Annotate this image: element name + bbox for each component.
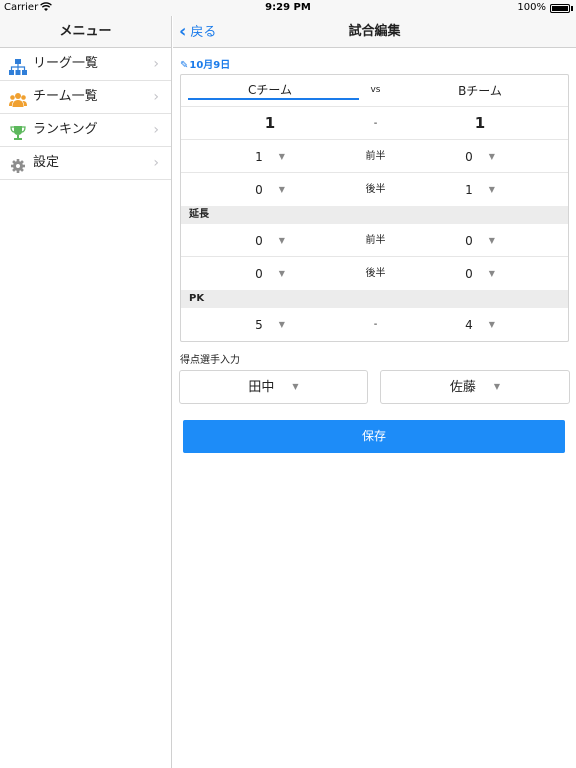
sidebar-item-leagues[interactable]: リーグ一覧 › — [0, 48, 171, 81]
sidebar-item-teams[interactable]: チーム一覧 › — [0, 81, 171, 114]
caret-down-icon: ▼ — [278, 236, 285, 245]
battery-tip — [571, 6, 573, 11]
away-total-score: 1 — [474, 114, 486, 132]
chevron-right-icon: › — [153, 56, 159, 72]
vs-label: vs — [370, 85, 381, 95]
home-scorer-value: 田中 — [248, 380, 275, 395]
pk-row: 5 ▼ - 4 ▼ — [181, 308, 568, 341]
home-scorer-select[interactable]: 田中 ▼ — [179, 370, 368, 404]
selected-tab-indicator — [188, 98, 359, 100]
tab-home-team[interactable]: Cチーム — [181, 75, 359, 105]
sidebar-item-settings[interactable]: 設定 › — [0, 147, 171, 180]
away-second-half-value: 1 — [465, 183, 473, 197]
match-date-label: 10月9日 — [189, 60, 231, 71]
team-header-row: Cチーム vs Bチーム — [181, 75, 568, 107]
score-separator: - — [373, 319, 378, 330]
away-second-half-select[interactable]: 1 ▼ — [392, 173, 568, 207]
extra-second-half-row: 0 ▼ 後半 0 ▼ — [181, 257, 568, 290]
caret-down-icon: ▼ — [488, 320, 495, 329]
battery-icon — [550, 4, 570, 13]
sidebar-item-label: チーム一覧 — [33, 89, 98, 104]
tab-away-team[interactable]: Bチーム — [392, 75, 568, 108]
period-label: 前半 — [365, 151, 386, 162]
total-score-row: 1 - 1 — [181, 107, 568, 140]
sidebar-title: メニュー — [0, 16, 171, 48]
home-extra-second-value: 0 — [255, 267, 263, 281]
battery-percent: 100% — [517, 2, 546, 13]
home-extra-second-select[interactable]: 0 ▼ — [181, 257, 359, 291]
extra-time-section: 延長 — [181, 206, 568, 224]
home-extra-first-value: 0 — [255, 234, 263, 248]
navigation-bar: ‹ 戻る 試合編集 — [173, 16, 576, 48]
sidebar: メニュー リーグ一覧 › チーム一覧 › ランキング › 設定 › — [0, 16, 172, 768]
caret-down-icon: ▼ — [488, 269, 495, 278]
caret-down-icon: ▼ — [278, 152, 285, 161]
first-half-row: 1 ▼ 前半 0 ▼ — [181, 140, 568, 173]
gear-icon — [9, 155, 27, 173]
sidebar-item-label: 設定 — [33, 155, 60, 170]
status-bar: Carrier 9:29 PM 100% — [0, 0, 576, 16]
period-label: 後半 — [365, 184, 386, 195]
home-pk-value: 5 — [255, 318, 263, 332]
period-label: 前半 — [365, 235, 386, 246]
trophy-icon — [9, 122, 27, 140]
chevron-right-icon: › — [153, 89, 159, 105]
caret-down-icon: ▼ — [488, 152, 495, 161]
home-extra-first-select[interactable]: 0 ▼ — [181, 224, 359, 258]
save-button[interactable]: 保存 — [183, 420, 565, 453]
caret-down-icon: ▼ — [488, 185, 495, 194]
caret-down-icon: ▼ — [278, 320, 285, 329]
away-first-half-select[interactable]: 0 ▼ — [392, 140, 568, 174]
period-label: 後半 — [365, 268, 386, 279]
caret-down-icon: ▼ — [292, 382, 299, 391]
home-second-half-value: 0 — [255, 183, 263, 197]
sidebar-item-label: ランキング — [33, 122, 98, 137]
extra-first-half-row: 0 ▼ 前半 0 ▼ — [181, 224, 568, 257]
caret-down-icon: ▼ — [488, 236, 495, 245]
away-extra-second-select[interactable]: 0 ▼ — [392, 257, 568, 291]
home-second-half-select[interactable]: 0 ▼ — [181, 173, 359, 207]
chevron-right-icon: › — [153, 122, 159, 138]
away-scorer-value: 佐藤 — [449, 380, 476, 395]
main-panel: ‹ 戻る 試合編集 ✎10月9日 Cチーム vs Bチーム 1 - 1 1 ▼ 前半… — [173, 16, 576, 768]
edit-icon: ✎ — [180, 60, 189, 71]
home-first-half-select[interactable]: 1 ▼ — [181, 140, 359, 174]
caret-down-icon: ▼ — [493, 382, 501, 391]
away-pk-value: 4 — [465, 318, 473, 332]
home-total-score: 1 — [264, 114, 276, 132]
away-pk-select[interactable]: 4 ▼ — [392, 308, 568, 342]
score-card: Cチーム vs Bチーム 1 - 1 1 ▼ 前半 0 ▼ 0 ▼ 後半 1 ▼ 延長 … — [180, 74, 569, 342]
away-extra-second-value: 0 — [465, 267, 473, 281]
away-extra-first-select[interactable]: 0 ▼ — [392, 224, 568, 258]
caret-down-icon: ▼ — [278, 269, 285, 278]
home-pk-select[interactable]: 5 ▼ — [181, 308, 359, 342]
scorer-input-label: 得点選手入力 — [180, 355, 240, 366]
second-half-row: 0 ▼ 後半 1 ▼ — [181, 173, 568, 206]
home-first-half-value: 1 — [255, 150, 263, 164]
score-separator: - — [373, 118, 378, 129]
hierarchy-icon — [9, 56, 27, 75]
users-icon — [9, 89, 27, 107]
page-title: 試合編集 — [348, 24, 401, 39]
clock: 9:29 PM — [265, 2, 311, 13]
sidebar-item-ranking[interactable]: ランキング › — [0, 114, 171, 147]
chevron-right-icon: › — [153, 155, 159, 171]
away-extra-first-value: 0 — [465, 234, 473, 248]
pk-section: PK — [181, 290, 568, 308]
sidebar-item-label: リーグ一覧 — [33, 56, 99, 71]
away-scorer-select[interactable]: 佐藤 ▼ — [380, 370, 570, 404]
away-first-half-value: 0 — [465, 150, 473, 164]
match-date[interactable]: ✎10月9日 — [180, 56, 230, 71]
caret-down-icon: ▼ — [278, 185, 285, 194]
